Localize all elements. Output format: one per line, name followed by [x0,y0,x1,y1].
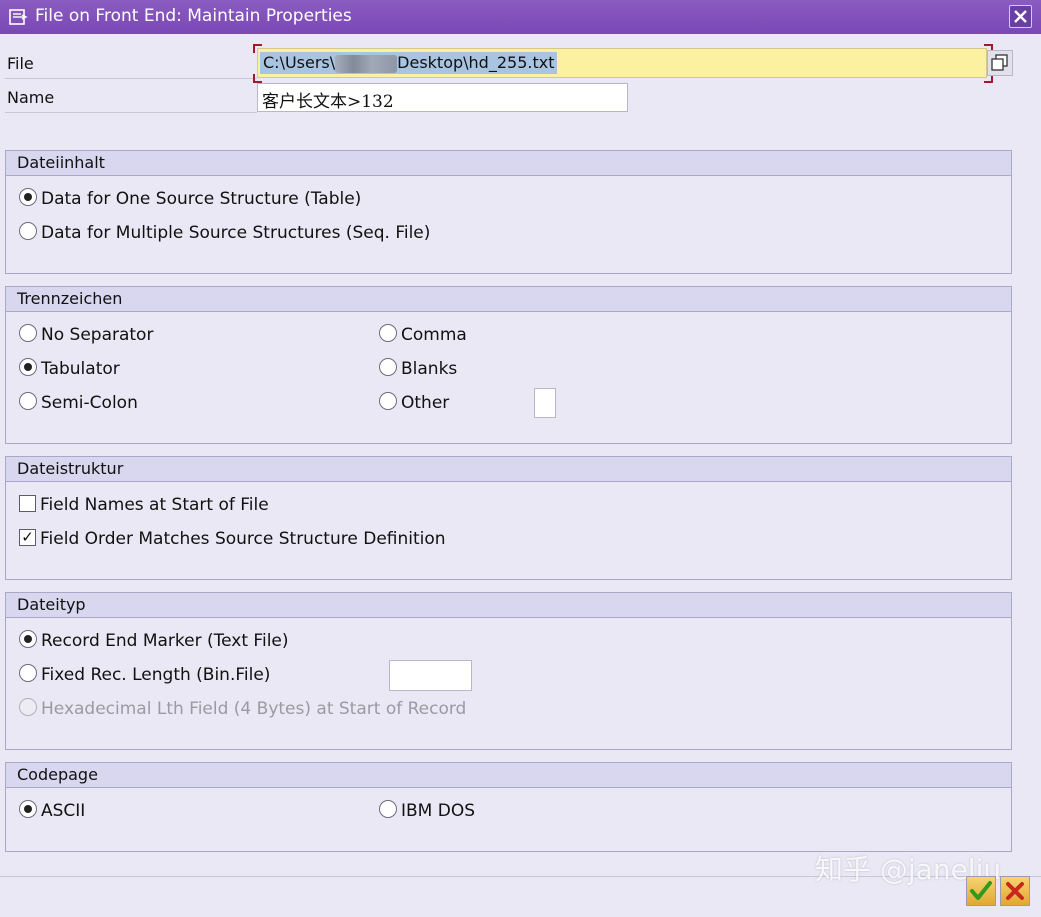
radio-option[interactable]: Record End Marker (Text File) [19,630,289,651]
radio-button[interactable] [379,324,397,342]
option-label: Hexadecimal Lth Field (4 Bytes) at Start… [41,699,467,719]
radio-button[interactable] [19,222,37,240]
radio-button[interactable] [19,324,37,342]
title-bar: File on Front End: Maintain Properties [0,0,1041,34]
radio-button[interactable] [19,358,37,376]
option-label: IBM DOS [401,801,476,821]
radio-button[interactable] [19,664,37,682]
close-icon [1014,10,1027,23]
group-title: Dateistruktur [6,457,1011,482]
option-label: Field Names at Start of File [40,495,269,515]
name-label-underline [5,112,257,113]
record-length-input[interactable] [389,660,472,691]
file-path-start: C:\Users\ [263,53,336,72]
focus-corner-tl [253,44,262,53]
focus-corner-bl [253,74,262,83]
ok-checkmark-icon [970,881,992,900]
radio-button[interactable] [379,800,397,818]
option-label: Field Order Matches Source Structure Def… [40,529,446,549]
cancel-button[interactable] [1000,876,1030,906]
checkbox[interactable] [19,494,36,512]
radio-option[interactable]: Blanks [379,358,458,379]
checkbox-option[interactable]: ✓ Field Order Matches Source Structure De… [19,528,446,549]
radio-option[interactable]: ASCII [19,800,86,821]
radio-option[interactable]: Fixed Rec. Length (Bin.File) [19,664,271,685]
copy-button[interactable] [987,50,1013,76]
name-input[interactable]: 客户长文本>132 [257,83,628,112]
option-label: Fixed Rec. Length (Bin.File) [41,665,271,685]
radio-option[interactable]: No Separator [19,324,154,345]
option-label: Other [401,393,450,413]
option-label: Comma [401,325,467,345]
group-dateistruktur: Dateistruktur Field Names at Start of Fi… [5,456,1012,580]
radio-option[interactable]: Data for One Source Structure (Table) [19,188,362,209]
option-label: ASCII [41,801,86,821]
option-label: Data for One Source Structure (Table) [41,189,362,209]
radio-button [19,698,37,716]
option-label: No Separator [41,325,154,345]
ok-button[interactable] [966,876,996,906]
radio-button[interactable] [19,392,37,410]
radio-option[interactable]: IBM DOS [379,800,476,821]
group-trennzeichen: Trennzeichen No Separator Tabulator Semi… [5,286,1012,444]
close-button[interactable] [1009,5,1032,28]
radio-option[interactable]: Other [379,392,450,413]
file-path-selected-text: C:\Users\ Desktop\hd_255.txt [260,52,558,74]
file-path-end: Desktop\hd_255.txt [397,53,555,72]
radio-button[interactable] [379,358,397,376]
group-title: Dateiinhalt [6,151,1011,176]
option-label: Semi-Colon [41,393,138,413]
file-label-underline [5,78,257,79]
group-title: Dateityp [6,593,1011,618]
checkbox-option[interactable]: Field Names at Start of File [19,494,269,515]
file-path-input[interactable]: C:\Users\ Desktop\hd_255.txt [257,48,987,78]
group-codepage: Codepage ASCII IBM DOS [5,762,1012,852]
copy-icon [991,54,1008,71]
option-label: Blanks [401,359,458,379]
radio-button[interactable] [19,800,37,818]
option-label: Tabulator [41,359,120,379]
cancel-x-icon [1006,882,1024,900]
radio-button[interactable] [19,630,37,648]
radio-option[interactable]: Semi-Colon [19,392,138,413]
radio-button[interactable] [19,188,37,206]
radio-option[interactable]: Comma [379,324,467,345]
option-label: Record End Marker (Text File) [41,631,289,651]
group-title: Trennzeichen [6,287,1011,312]
radio-button[interactable] [379,392,397,410]
group-title: Codepage [6,763,1011,788]
window-title: File on Front End: Maintain Properties [35,6,352,26]
file-label: File [7,54,34,73]
other-separator-input[interactable] [534,388,556,418]
name-label: Name [7,88,55,107]
checkbox[interactable]: ✓ [19,528,36,546]
radio-option[interactable]: Data for Multiple Source Structures (Seq… [19,222,431,243]
group-dateiinhalt: Dateiinhalt Data for One Source Structur… [5,150,1012,274]
radio-option-disabled: Hexadecimal Lth Field (4 Bytes) at Start… [19,698,467,719]
redacted-blur [335,54,398,73]
window-icon [9,9,28,25]
group-dateityp: Dateityp Record End Marker (Text File) F… [5,592,1012,750]
option-label: Data for Multiple Source Structures (Seq… [41,223,431,243]
radio-option[interactable]: Tabulator [19,358,120,379]
